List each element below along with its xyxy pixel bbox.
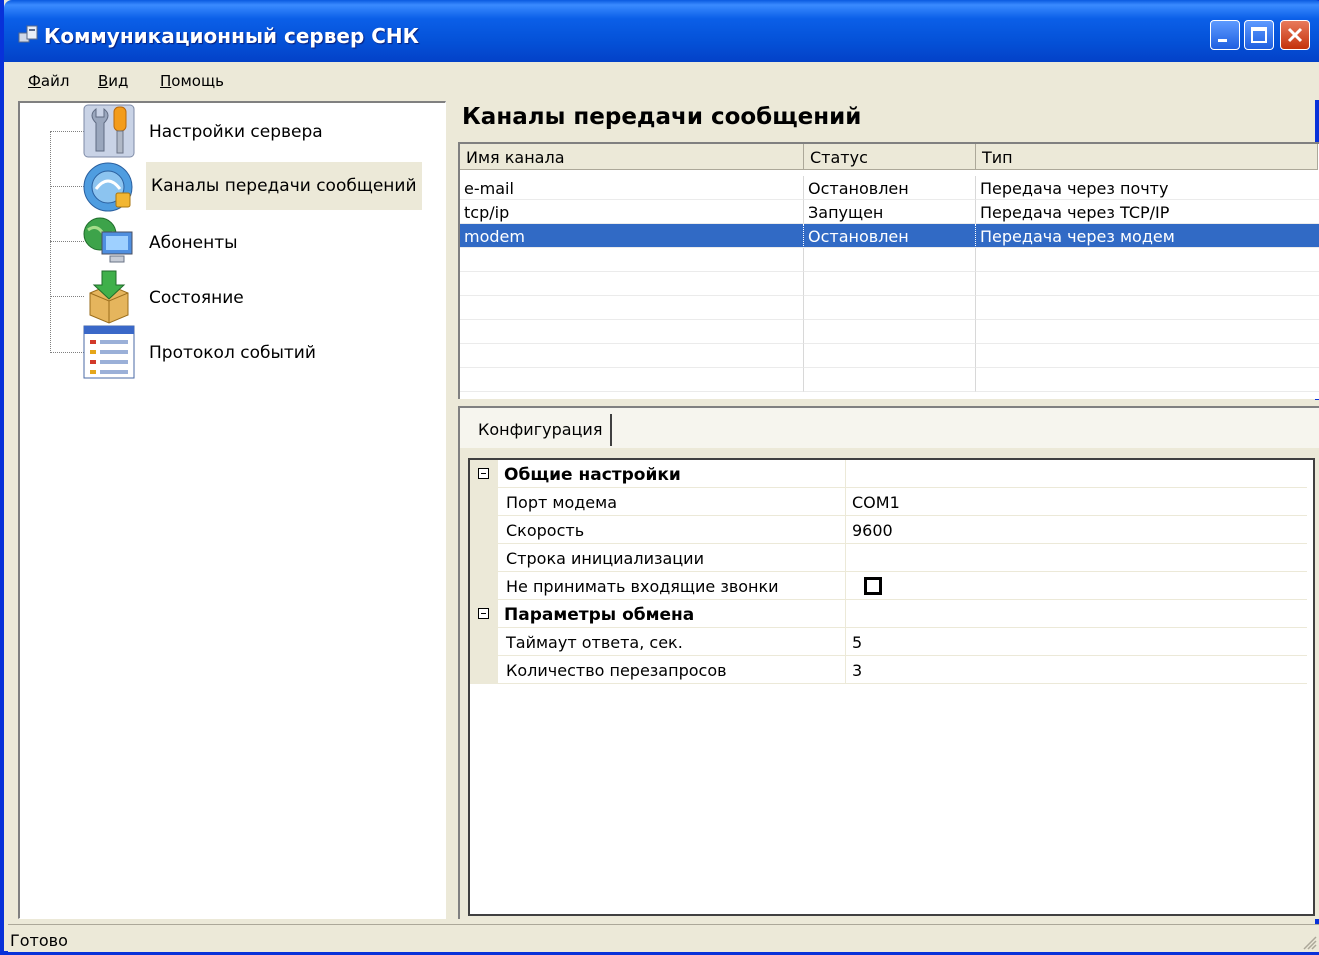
collapse-icon[interactable] xyxy=(478,608,489,619)
main-window: Коммуникационный сервер СНК Файл Вид Пом… xyxy=(0,0,1319,955)
maximize-icon xyxy=(1251,27,1267,43)
property-row[interactable]: Не принимать входящие звонки xyxy=(470,572,1307,600)
cell-name: modem xyxy=(460,224,804,248)
property-row[interactable]: Скорость 9600 xyxy=(470,516,1307,544)
tree-connector xyxy=(50,131,84,132)
cell-status: Остановлен xyxy=(804,224,976,248)
table-row-empty xyxy=(460,296,1319,320)
title-bar[interactable]: Коммуникационный сервер СНК xyxy=(4,0,1319,62)
minimize-button[interactable] xyxy=(1210,20,1240,50)
property-category[interactable]: Параметры обмена xyxy=(470,600,1307,628)
tree-connector xyxy=(50,186,84,187)
property-name: Таймаут ответа, сек. xyxy=(498,628,846,656)
cell-status: Запущен xyxy=(804,200,976,224)
tree-item-state[interactable]: Состояние xyxy=(80,269,420,325)
table-header: Имя канала Статус Тип xyxy=(460,144,1319,172)
tree-item-label: Абоненты xyxy=(149,233,238,253)
property-name: Не принимать входящие звонки xyxy=(498,572,846,600)
property-value[interactable]: 5 xyxy=(846,628,1307,656)
tree-item-label: Протокол событий xyxy=(149,343,316,363)
close-icon xyxy=(1287,27,1303,43)
resize-grip-icon[interactable] xyxy=(1301,934,1317,950)
property-row[interactable]: Порт модема COM1 xyxy=(470,488,1307,516)
minimize-icon xyxy=(1218,39,1227,42)
tree-item-label: Каналы передачи сообщений xyxy=(146,162,422,210)
tree-connector xyxy=(50,296,84,297)
tree-item-event-log[interactable]: Протокол событий xyxy=(80,324,420,380)
menu-bar: Файл Вид Помощь xyxy=(8,62,1319,100)
window-title: Коммуникационный сервер СНК xyxy=(44,24,419,48)
cell-status: Остановлен xyxy=(804,176,976,200)
column-header-name[interactable]: Имя канала xyxy=(460,144,804,170)
tree-item-label: Состояние xyxy=(149,288,244,308)
close-button[interactable] xyxy=(1280,20,1310,50)
property-value[interactable]: COM1 xyxy=(846,488,1307,516)
collapse-icon[interactable] xyxy=(478,468,489,479)
cell-type: Передача через почту xyxy=(976,176,1319,200)
cell-type: Передача через модем xyxy=(976,224,1319,248)
cell-name: e-mail xyxy=(460,176,804,200)
property-row[interactable]: Количество перезапросов 3 xyxy=(470,656,1307,684)
app-icon xyxy=(18,25,38,43)
tools-icon xyxy=(83,104,135,158)
tree-item-label: Настройки сервера xyxy=(149,122,323,142)
tree-item-subscribers[interactable]: Абоненты xyxy=(80,214,420,270)
channels-table[interactable]: Имя канала Статус Тип e-mail Остановлен … xyxy=(458,142,1319,399)
reject-incoming-calls-checkbox[interactable] xyxy=(864,577,882,595)
channel-icon xyxy=(83,162,133,212)
property-name: Порт модема xyxy=(498,488,846,516)
status-text: Готово xyxy=(10,931,68,950)
menu-file[interactable]: Файл xyxy=(28,72,69,90)
table-row[interactable]: e-mail Остановлен Передача через почту xyxy=(460,176,1319,200)
property-value[interactable]: 3 xyxy=(846,656,1307,684)
property-row[interactable]: Строка инициализации xyxy=(470,544,1307,572)
navigation-tree[interactable]: Настройки сервера Каналы передачи сообще… xyxy=(18,101,446,919)
menu-help[interactable]: Помощь xyxy=(160,72,224,90)
globe-computer-icon xyxy=(83,217,133,263)
tree-item-channels[interactable]: Каналы передачи сообщений xyxy=(80,159,422,215)
table-row-empty xyxy=(460,248,1319,272)
menu-view[interactable]: Вид xyxy=(98,72,128,90)
table-row[interactable]: tcp/ip Запущен Передача через TCP/IP xyxy=(460,200,1319,224)
cell-name: tcp/ip xyxy=(460,200,804,224)
property-value xyxy=(846,572,1307,600)
table-row-selected[interactable]: modem Остановлен Передача через модем xyxy=(460,224,1319,248)
tab-configuration[interactable]: Конфигурация xyxy=(470,414,613,446)
property-grid[interactable]: Общие настройки Порт модема COM1 Скорост… xyxy=(468,458,1315,916)
category-label: Общие настройки xyxy=(498,460,846,488)
tree-connector xyxy=(50,131,51,353)
tree-item-server-settings[interactable]: Настройки сервера xyxy=(80,103,420,159)
tree-connector xyxy=(50,352,84,353)
column-header-type[interactable]: Тип xyxy=(976,144,1318,170)
tree-connector xyxy=(50,241,84,242)
property-name: Количество перезапросов xyxy=(498,656,846,684)
property-name: Строка инициализации xyxy=(498,544,846,572)
property-name: Скорость xyxy=(498,516,846,544)
property-value[interactable]: 9600 xyxy=(846,516,1307,544)
property-category[interactable]: Общие настройки xyxy=(470,460,1307,488)
log-list-icon xyxy=(83,325,135,379)
package-icon xyxy=(89,270,129,324)
maximize-button[interactable] xyxy=(1244,20,1274,50)
table-row-empty xyxy=(460,368,1319,392)
category-label: Параметры обмена xyxy=(498,600,846,628)
property-value[interactable] xyxy=(846,544,1307,572)
config-tabstrip: Конфигурация xyxy=(458,406,1319,448)
property-row[interactable]: Таймаут ответа, сек. 5 xyxy=(470,628,1307,656)
cell-type: Передача через TCP/IP xyxy=(976,200,1319,224)
page-title: Каналы передачи сообщений xyxy=(462,104,862,130)
config-panel: Общие настройки Порт модема COM1 Скорост… xyxy=(458,448,1319,919)
table-row-empty xyxy=(460,272,1319,296)
table-row-empty xyxy=(460,344,1319,368)
table-row-empty xyxy=(460,320,1319,344)
column-header-status[interactable]: Статус xyxy=(804,144,976,170)
status-bar: Готово xyxy=(8,924,1319,952)
